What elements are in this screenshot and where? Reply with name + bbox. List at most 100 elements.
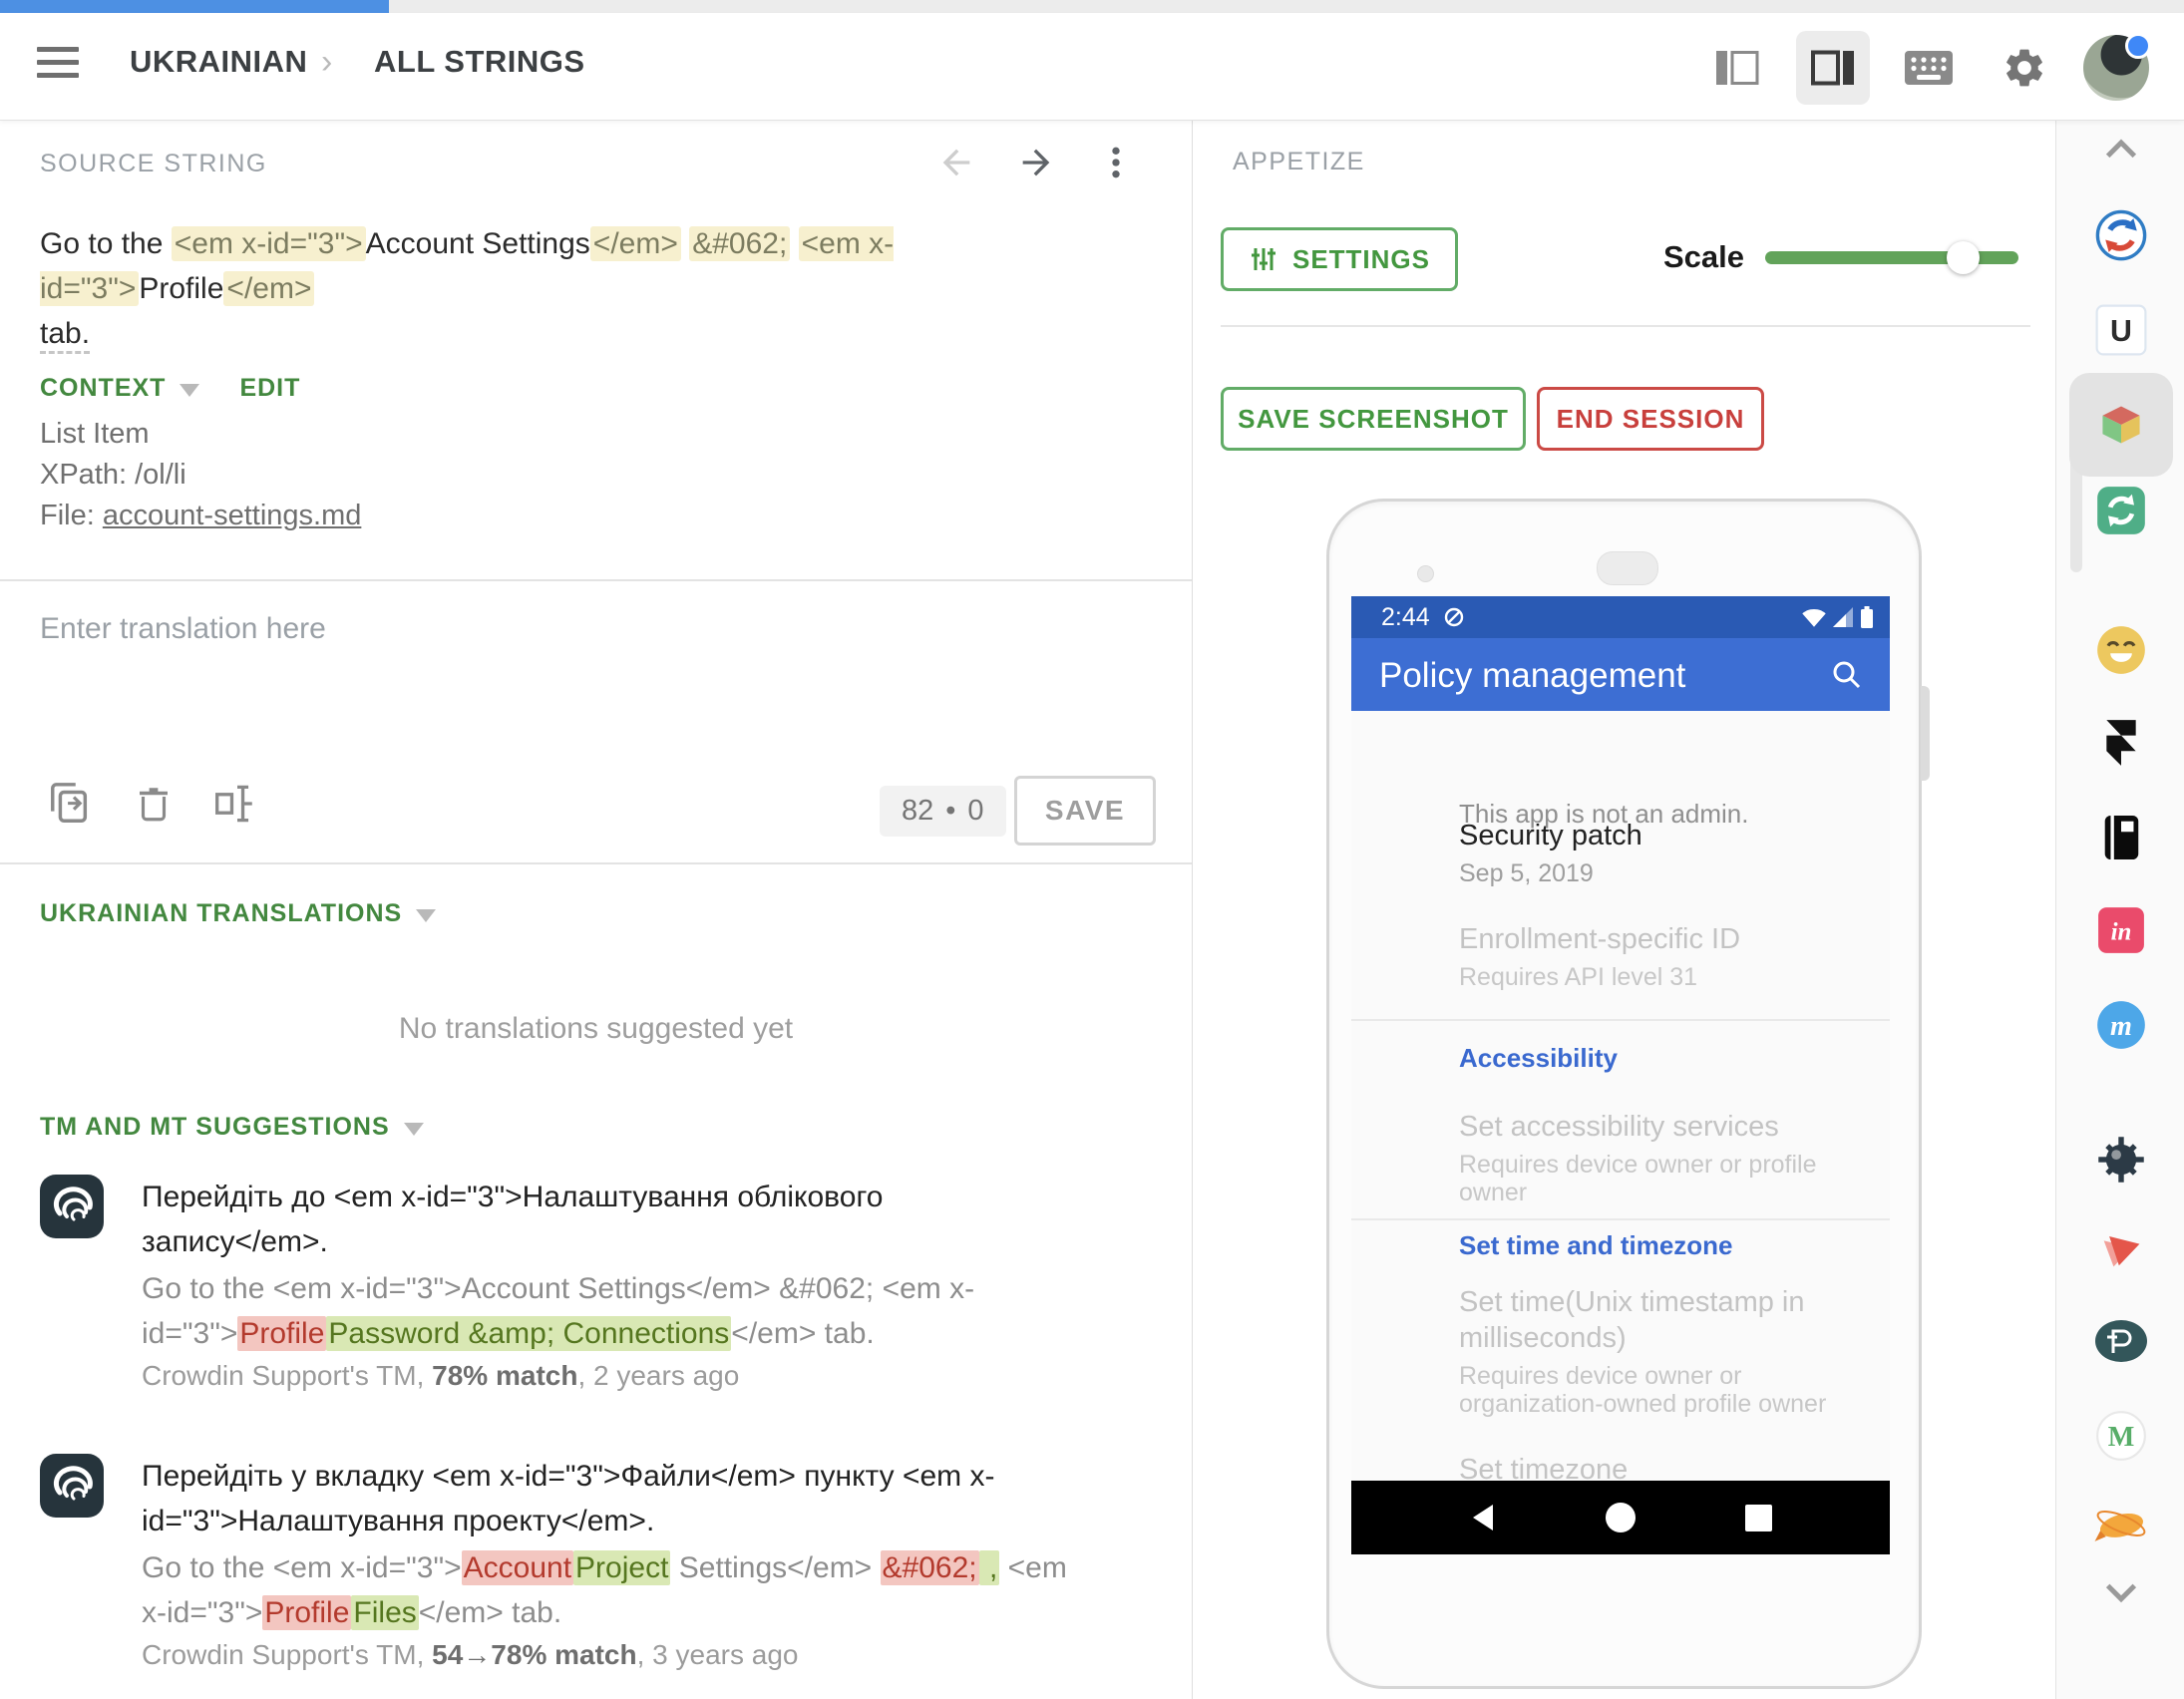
mine-icon[interactable]	[2093, 1132, 2149, 1188]
diff-removed: Profile	[237, 1316, 326, 1351]
home-circle-icon[interactable]	[1605, 1502, 1637, 1533]
translation-input[interactable]: Enter translation here	[40, 612, 326, 646]
diff-added: Project	[573, 1550, 670, 1585]
more-options-icon[interactable]	[1095, 142, 1137, 183]
next-string-icon[interactable]	[1015, 142, 1057, 183]
framer-icon[interactable]	[2093, 715, 2149, 771]
divider	[1221, 325, 2030, 327]
marvel-icon[interactable]: m	[2093, 997, 2149, 1053]
menu-icon[interactable]	[37, 47, 79, 83]
avatar[interactable]	[2083, 35, 2149, 101]
svg-text:U: U	[2110, 315, 2132, 348]
back-triangle-icon[interactable]	[1467, 1502, 1499, 1533]
scale-slider-thumb[interactable]	[1947, 241, 1980, 274]
save-button[interactable]: SAVE	[1014, 776, 1156, 846]
data-saver-icon	[1442, 605, 1466, 629]
translations-collapse-icon[interactable]	[416, 909, 436, 922]
tag-token: <em x-id="3">	[172, 226, 366, 261]
apps-sidebar: Uin m M	[2055, 120, 2184, 1699]
tm-section-title[interactable]: TM AND MT SUGGESTIONS	[40, 1113, 390, 1142]
medium-icon[interactable]: M	[2093, 1408, 2149, 1464]
device-mockup: 2:44 Policy management This app is not a…	[1326, 499, 1922, 1689]
suggestion-source-diff: Go to the <em x-id="3">AccountProject Se…	[142, 1545, 1139, 1635]
red-arrow-icon[interactable]	[2093, 1221, 2149, 1277]
save-screenshot-button[interactable]: SAVE SCREENSHOT	[1221, 387, 1526, 451]
app-title: Policy management	[1379, 656, 1685, 696]
list-item[interactable]: Set time(Unix timestamp in milliseconds)…	[1459, 1284, 1860, 1418]
book-icon[interactable]	[2093, 810, 2149, 865]
search-icon[interactable]	[1830, 658, 1864, 692]
clear-translation-icon[interactable]	[128, 778, 180, 830]
wifi-icon	[1802, 605, 1826, 629]
sliders-icon	[1249, 244, 1278, 274]
appetize-cube-icon[interactable]	[2069, 373, 2173, 477]
breadcrumb-chevron-icon: ›	[321, 43, 332, 82]
diff-added: Files	[351, 1595, 418, 1630]
source-string-label: SOURCE STRING	[40, 150, 267, 178]
chevron-up-icon[interactable]	[2093, 120, 2149, 175]
scale-slider[interactable]	[1765, 251, 2018, 264]
text-token: </em> tab.	[419, 1596, 561, 1629]
context-xpath: XPath: /ol/li	[40, 455, 361, 496]
tag-token: &#062;	[689, 226, 790, 261]
context-file-link[interactable]: account-settings.md	[103, 500, 362, 531]
status-bar: 2:44	[1351, 596, 1890, 638]
layout-right-icon[interactable]	[1796, 31, 1870, 105]
tm-suggestion[interactable]: Перейдіть до <em x-id="3">Налаштування о…	[40, 1175, 1139, 1392]
gear-icon[interactable]	[1988, 31, 2061, 105]
status-time: 2:44	[1381, 603, 1430, 632]
section-header: Accessibility	[1459, 1043, 1618, 1074]
top-progress-bar	[0, 0, 2184, 13]
breadcrumb-language[interactable]: UKRAINIAN	[130, 44, 307, 80]
tm-suggestion[interactable]: Перейдіть у вкладку <em x-id="3">Файли</…	[40, 1454, 1139, 1671]
smiley-icon[interactable]	[2093, 622, 2149, 678]
scale-label: Scale	[1663, 239, 1744, 275]
sync-green-icon[interactable]	[2093, 483, 2149, 538]
device-screen[interactable]: 2:44 Policy management This app is not a…	[1351, 596, 1890, 1554]
text-token: Account Settings	[366, 227, 590, 260]
text-select-icon[interactable]	[211, 778, 263, 830]
svg-text:m: m	[2110, 1011, 2132, 1042]
context-file: File: account-settings.md	[40, 496, 361, 536]
protopie-icon[interactable]	[2093, 1313, 2149, 1369]
keyboard-icon[interactable]	[1892, 31, 1966, 105]
previous-string-icon[interactable]	[935, 142, 977, 183]
tag-token: </em>	[223, 271, 314, 306]
context-type: List Item	[40, 414, 361, 455]
divider	[0, 862, 1192, 864]
camera-dot	[1417, 565, 1434, 582]
recents-square-icon[interactable]	[1742, 1502, 1774, 1533]
context-toggle[interactable]: CONTEXT	[40, 374, 166, 403]
settings-button[interactable]: SETTINGS	[1221, 227, 1458, 291]
chevron-down-icon[interactable]	[2093, 1564, 2149, 1620]
list-item[interactable]: Set accessibility servicesRequires devic…	[1459, 1109, 1860, 1206]
tm-collapse-icon[interactable]	[404, 1123, 424, 1136]
no-translations-message: No translations suggested yet	[0, 1012, 1192, 1046]
end-session-button[interactable]: END SESSION	[1537, 387, 1764, 451]
volume-button	[1921, 686, 1930, 781]
context-edit-button[interactable]: EDIT	[239, 374, 300, 403]
text-token	[681, 227, 689, 260]
header: UKRAINIAN › ALL STRINGS	[0, 13, 2184, 121]
suggestion-meta: Crowdin Support's TM, 78% match, 2 years…	[142, 1360, 1139, 1392]
invision-icon[interactable]: in	[2093, 902, 2149, 958]
section-header: Set time and timezone	[1459, 1230, 1733, 1261]
svg-text:in: in	[2110, 918, 2131, 945]
text-token: Go to the <em x-id="3">	[142, 1551, 462, 1584]
list-item[interactable]: Enrollment-specific IDRequires API level…	[1459, 921, 1860, 991]
translations-section-title[interactable]: UKRAINIAN TRANSLATIONS	[40, 899, 402, 928]
sync-translate-icon[interactable]	[2093, 207, 2149, 263]
appetize-title: APPETIZE	[1233, 148, 1365, 176]
context-collapse-icon[interactable]	[180, 384, 199, 397]
list-item[interactable]: Security patchSep 5, 2019	[1459, 818, 1860, 887]
text-token: Settings</em>	[670, 1551, 880, 1584]
layout-left-icon[interactable]	[1700, 31, 1774, 105]
u-tile-icon[interactable]: U	[2093, 302, 2149, 358]
svg-text:M: M	[2107, 1422, 2134, 1453]
copy-source-icon[interactable]	[44, 778, 96, 830]
text-token	[790, 227, 798, 260]
zeplin-icon[interactable]	[2093, 1496, 2149, 1551]
breadcrumb-file-scope[interactable]: ALL STRINGS	[374, 44, 585, 80]
android-nav-bar	[1351, 1481, 1890, 1554]
text-token: Go to the	[40, 227, 172, 260]
